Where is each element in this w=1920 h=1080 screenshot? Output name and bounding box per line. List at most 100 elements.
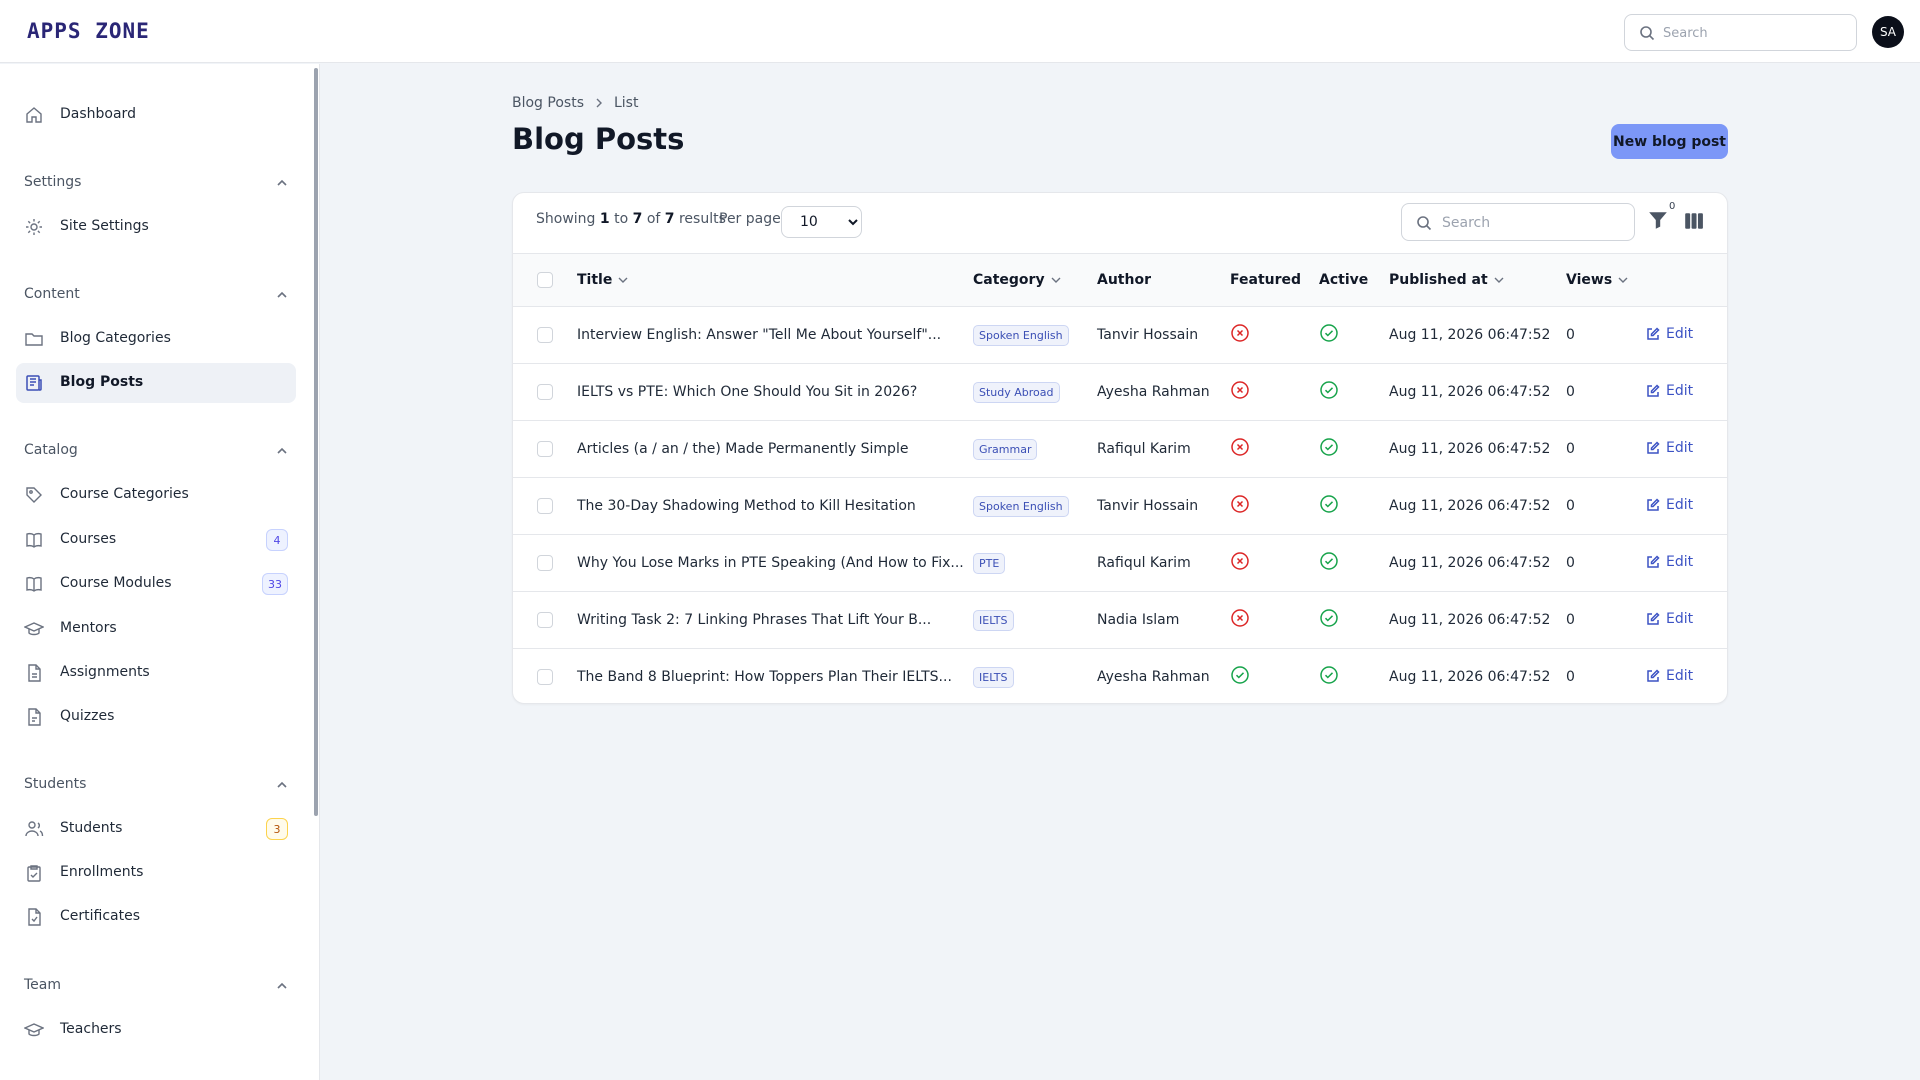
sidebar-scrollbar[interactable] [314,68,318,816]
column-header-category[interactable]: Category [973,254,1097,307]
cell-title[interactable]: Articles (a / an / the) Made Permanently… [577,421,973,478]
sidebar-item-blog-posts[interactable]: Blog Posts [16,363,296,403]
edit-button[interactable]: Edit [1646,668,1693,684]
group-students[interactable]: Students [16,773,296,797]
edit-button[interactable]: Edit [1646,611,1693,627]
table-search[interactable] [1401,203,1635,241]
check-circle-icon [1319,608,1339,628]
sidebar-item-label: Course Categories [60,486,189,502]
group-catalog[interactable]: Catalog [16,439,296,463]
sidebar-item-course-categories[interactable]: Course Categories [16,475,296,515]
book-icon [26,577,42,592]
per-page-select[interactable]: 10 [781,206,862,238]
edit-button[interactable]: Edit [1646,497,1693,513]
edit-button[interactable]: Edit [1646,554,1693,570]
columns-icon[interactable] [1683,210,1705,232]
cell-views: 0 [1566,555,1575,571]
results-summary: Showing 1 to 7 of 7 results [536,211,726,227]
sidebar-item-blog-categories[interactable]: Blog Categories [16,319,296,359]
global-search[interactable] [1624,14,1857,51]
check-circle-icon [1230,665,1250,685]
column-header-title[interactable]: Title [577,254,973,307]
sidebar-item-course-modules[interactable]: Course Modules 33 [16,564,296,604]
cell-published-at: Aug 11, 2026 06:47:52 [1389,327,1551,343]
group-label: Team [24,977,62,993]
sidebar-item-dashboard[interactable]: Dashboard [16,95,296,135]
cell-published-at: Aug 11, 2026 06:47:52 [1389,669,1551,686]
app-logo[interactable]: APPS ZONE [27,19,150,43]
edit-button[interactable]: Edit [1646,326,1693,342]
filter-icon[interactable] [1647,209,1669,231]
breadcrumb-link[interactable]: Blog Posts [512,95,584,111]
column-label: Category [973,272,1045,288]
user-avatar[interactable]: SA [1872,16,1904,48]
edit-button[interactable]: Edit [1646,440,1693,456]
cell-title[interactable]: Writing Task 2: 7 Linking Phrases That L… [577,592,973,649]
cell-views: 0 [1566,669,1575,686]
book-icon [26,533,42,548]
sidebar-item-students[interactable]: Students 3 [16,809,296,849]
check-circle-icon [1319,494,1339,514]
edit-button[interactable]: Edit [1646,383,1693,399]
cell-published-at: Aug 11, 2026 06:47:52 [1389,441,1551,457]
row-checkbox[interactable] [537,498,553,514]
group-team[interactable]: Team [16,974,296,998]
cell-title[interactable]: Why You Lose Marks in PTE Speaking (And … [577,535,973,592]
table-row[interactable]: Writing Task 2: 7 Linking Phrases That L… [513,592,1727,649]
cell-title[interactable]: IELTS vs PTE: Which One Should You Sit i… [577,364,973,421]
edit-icon [1646,326,1660,341]
category-badge: Grammar [973,438,1038,460]
select-all-checkbox[interactable] [537,272,553,288]
table-search-input[interactable] [1442,212,1622,234]
sidebar-item-courses[interactable]: Courses 4 [16,520,296,560]
column-header-views[interactable]: Views [1566,254,1646,307]
sidebar-item-quizzes[interactable]: Quizzes [16,697,296,737]
page-title: Blog Posts [512,122,685,156]
new-blog-post-button[interactable]: New blog post [1611,124,1728,159]
sidebar-item-label: Site Settings [60,218,149,234]
table-row[interactable]: Why You Lose Marks in PTE Speaking (And … [513,535,1727,592]
table-row[interactable]: Interview English: Answer "Tell Me About… [513,307,1727,364]
group-settings[interactable]: Settings [16,171,296,195]
table-row[interactable]: Articles (a / an / the) Made Permanently… [513,421,1727,478]
sidebar-item-certificates[interactable]: Certificates [16,897,296,937]
global-search-input[interactable] [1663,21,1843,45]
sidebar-item-teachers[interactable]: Teachers [16,1010,296,1050]
group-content[interactable]: Content [16,283,296,307]
graduation-cap-icon [24,1023,44,1037]
row-checkbox[interactable] [537,441,553,457]
cell-published-at: Aug 11, 2026 06:47:52 [1389,612,1551,628]
x-circle-icon [1230,494,1250,514]
cell-title[interactable]: The 30-Day Shadowing Method to Kill Hesi… [577,478,973,535]
table-card: Showing 1 to 7 of 7 results Per page 10 … [512,192,1728,704]
edit-label: Edit [1666,667,1694,684]
sidebar-item-label: Assignments [60,664,150,680]
row-checkbox[interactable] [537,327,553,343]
blog-posts-table: Title Category Author Featured Active Pu… [513,253,1727,706]
table-row[interactable]: The Band 8 Blueprint: How Toppers Plan T… [513,649,1727,706]
row-checkbox[interactable] [537,612,553,628]
table-row[interactable]: IELTS vs PTE: Which One Should You Sit i… [513,364,1727,421]
x-circle-icon [1230,551,1250,571]
x-circle-icon [1230,608,1250,628]
cell-title[interactable]: Interview English: Answer "Tell Me About… [577,307,973,364]
sidebar-item-assignments[interactable]: Assignments [16,653,296,693]
edit-icon [1646,497,1660,512]
sidebar-item-mentors[interactable]: Mentors [16,609,296,649]
row-checkbox[interactable] [537,669,553,686]
sidebar-item-label: Dashboard [60,106,136,122]
cell-title[interactable]: The Band 8 Blueprint: How Toppers Plan T… [577,649,973,706]
column-header-active: Active [1319,272,1369,288]
cell-author: Tanvir Hossain [1097,498,1199,514]
row-checkbox[interactable] [537,384,553,400]
row-checkbox[interactable] [537,555,553,571]
table-row[interactable]: The 30-Day Shadowing Method to Kill Hesi… [513,478,1727,535]
chevron-down-icon [1051,277,1061,283]
document-icon [28,664,41,682]
count-badge: 3 [266,818,288,840]
cell-views: 0 [1566,327,1575,343]
graduation-cap-icon [24,622,44,636]
sidebar-item-enrollments[interactable]: Enrollments [16,853,296,893]
sidebar-item-site-settings[interactable]: Site Settings [16,207,296,247]
column-header-published-at[interactable]: Published at [1389,254,1566,307]
